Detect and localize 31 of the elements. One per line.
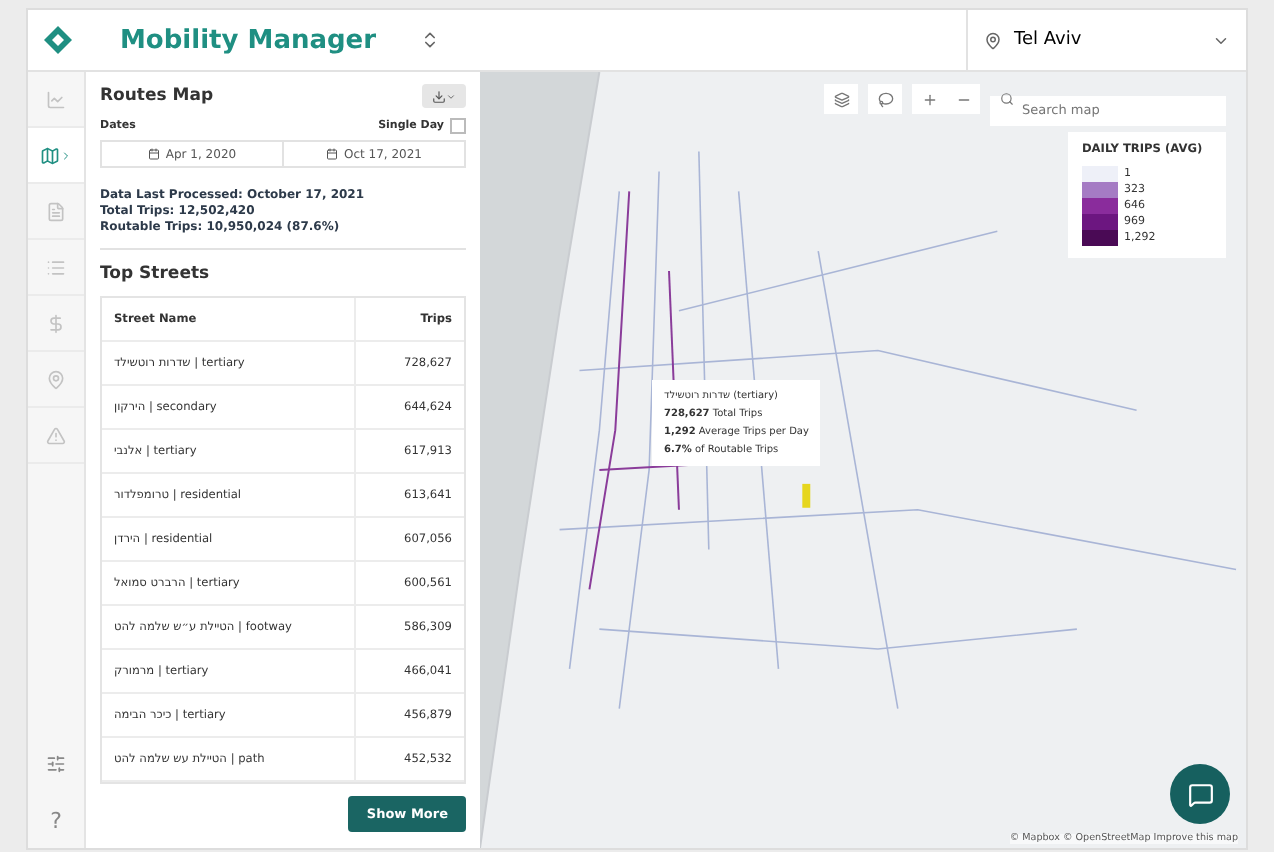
layers-button[interactable] [824,84,858,114]
lasso-button[interactable] [868,84,902,114]
list-icon [46,257,66,277]
line-chart-icon [46,89,66,109]
single-day-checkbox[interactable] [450,118,466,134]
nav-item[interactable] [28,128,84,184]
pin-icon [984,31,1002,49]
chevron-right-icon [60,149,72,161]
logo-icon [44,26,72,54]
document-icon [46,201,66,221]
pin-icon [46,369,66,389]
download-button[interactable] [422,84,466,108]
download-icon [432,89,446,103]
zoom-in-button[interactable] [912,84,946,114]
chat-icon [1187,781,1213,807]
plus-icon [921,91,937,107]
layers-icon [833,91,849,107]
switch-icon[interactable] [420,30,440,50]
panel-title: Routes Map [100,86,214,106]
sliders-icon [46,754,66,774]
warning-icon [46,425,66,445]
dollar-icon [46,313,66,333]
map-icon [40,145,60,165]
app-title: Mobility Manager [120,25,379,55]
section-title: Top Streets [100,264,212,285]
lasso-icon [877,91,893,107]
location-selector[interactable]: Tel Aviv [966,10,1246,70]
zoom-out-button[interactable] [946,84,980,114]
caret-icon [446,91,456,101]
chat-button[interactable] [1170,764,1230,824]
search-icon [1000,92,1014,106]
